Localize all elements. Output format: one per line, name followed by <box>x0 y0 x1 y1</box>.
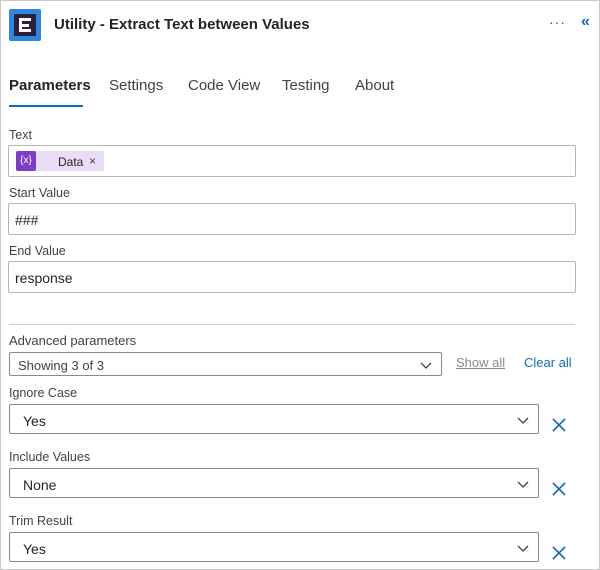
include-values-value: None <box>23 477 57 493</box>
remove-ignore-case-button[interactable] <box>549 415 569 435</box>
action-panel: Utility - Extract Text between Values ··… <box>0 0 600 570</box>
page-title: Utility - Extract Text between Values <box>54 16 310 33</box>
ignore-case-dropdown[interactable]: Yes <box>9 404 539 434</box>
trim-result-label: Trim Result <box>9 514 73 528</box>
tab-testing[interactable]: Testing <box>282 77 330 100</box>
chevron-down-icon <box>420 362 432 369</box>
ignore-case-value: Yes <box>23 413 46 429</box>
include-values-label: Include Values <box>9 450 91 464</box>
tab-settings[interactable]: Settings <box>109 77 163 100</box>
token-label: Data <box>58 155 84 169</box>
section-divider <box>9 324 575 325</box>
end-value-label: End Value <box>9 244 66 258</box>
start-value-label: Start Value <box>9 186 70 200</box>
text-field-label: Text <box>9 128 32 142</box>
active-tab-indicator <box>9 105 83 107</box>
remove-include-values-button[interactable] <box>549 479 569 499</box>
connector-logo-icon <box>9 9 41 41</box>
advanced-parameters-selected: Showing 3 of 3 <box>18 358 105 373</box>
text-field[interactable]: {x} Data × <box>8 145 576 177</box>
tab-parameters[interactable]: Parameters <box>9 77 91 100</box>
tab-about[interactable]: About <box>355 77 394 100</box>
start-value-field[interactable]: ### <box>8 203 576 235</box>
chevron-down-icon <box>517 545 529 552</box>
tab-bar: Parameters Settings Code View Testing Ab… <box>9 77 589 109</box>
end-value-text: response <box>15 270 73 286</box>
clear-all-link[interactable]: Clear all <box>524 355 572 370</box>
show-all-link[interactable]: Show all <box>456 355 505 370</box>
more-options-button[interactable]: ··· <box>549 14 566 30</box>
chevron-down-icon <box>517 481 529 488</box>
remove-trim-result-button[interactable] <box>549 543 569 563</box>
trim-result-dropdown[interactable]: Yes <box>9 532 539 562</box>
dynamic-content-token[interactable]: {x} Data × <box>16 151 104 171</box>
panel-header: Utility - Extract Text between Values ··… <box>1 1 599 53</box>
include-values-dropdown[interactable]: None <box>9 468 539 498</box>
trim-result-value: Yes <box>23 541 46 557</box>
ignore-case-label: Ignore Case <box>9 386 78 400</box>
advanced-parameters-label: Advanced parameters <box>9 333 137 348</box>
collapse-panel-button[interactable]: « <box>581 13 590 31</box>
chevron-down-icon <box>517 417 529 424</box>
start-value-text: ### <box>15 212 39 228</box>
variable-icon: {x} <box>16 151 36 171</box>
advanced-parameters-dropdown[interactable]: Showing 3 of 3 <box>9 352 442 376</box>
end-value-field[interactable]: response <box>8 261 576 293</box>
token-remove-button[interactable]: × <box>89 154 96 168</box>
tab-code-view[interactable]: Code View <box>188 77 260 100</box>
